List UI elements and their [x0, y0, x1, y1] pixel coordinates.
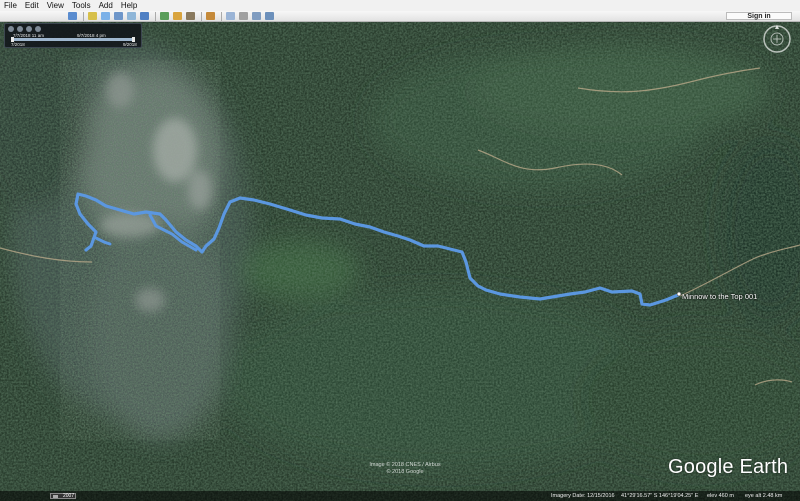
toolbar-divider	[201, 11, 202, 21]
placemark-label[interactable]: Minnow to the Top 001	[682, 292, 757, 301]
placemark-pin-icon[interactable]	[676, 291, 682, 297]
menu-add[interactable]: Add	[95, 0, 117, 11]
toolbar: Sign in	[0, 11, 800, 22]
placemark-icon[interactable]	[88, 12, 97, 20]
imagery-date: Imagery Date: 12/15/2016	[551, 493, 615, 499]
menu-bar: File Edit View Tools Add Help	[0, 0, 800, 11]
hide-sidebar-icon[interactable]	[68, 12, 77, 20]
print-icon[interactable]	[239, 12, 248, 20]
email-icon[interactable]	[226, 12, 235, 20]
play-icon[interactable]	[35, 26, 41, 32]
eye-altitude-readout: eye alt 2.48 km	[745, 493, 783, 499]
toolbar-divider	[155, 11, 156, 21]
polygon-icon[interactable]	[101, 12, 110, 20]
time-slider: 7/7/2018 11 am 9/7/2018 4 pm 7/2018 9/20…	[4, 23, 142, 48]
zoom-in-time-icon[interactable]	[17, 26, 23, 32]
time-slider-controls	[8, 26, 44, 32]
historical-imagery-year[interactable]: 2007	[50, 493, 76, 499]
time-range-fill	[11, 38, 135, 41]
status-bar: 2007 Imagery Date: 12/15/2016 41°29'16.5…	[0, 491, 800, 501]
cursor-coordinates: 41°29'16.57" S 146°19'04.25" E	[621, 493, 699, 499]
google-earth-window: File Edit View Tools Add Help Sign in 7/…	[0, 0, 800, 501]
time-max-label: 9/2018	[123, 42, 137, 47]
satellite-imagery	[0, 22, 800, 501]
historical-imagery-icon[interactable]	[160, 12, 169, 20]
time-min-label: 7/2018	[11, 42, 25, 47]
menu-edit[interactable]: Edit	[21, 0, 43, 11]
menu-tools[interactable]: Tools	[68, 0, 95, 11]
ruler-icon[interactable]	[206, 12, 215, 20]
planets-icon[interactable]	[186, 12, 195, 20]
time-slider-track[interactable]	[11, 37, 135, 42]
toolbar-divider	[221, 11, 222, 21]
menu-help[interactable]: Help	[117, 0, 141, 11]
elevation-readout: elev 460 m	[707, 493, 734, 499]
zoom-out-time-icon[interactable]	[26, 26, 32, 32]
view-in-maps-icon[interactable]	[265, 12, 274, 20]
save-image-icon[interactable]	[252, 12, 261, 20]
sunlight-icon[interactable]	[173, 12, 182, 20]
sign-in-button[interactable]: Sign in	[726, 12, 792, 20]
settings-icon[interactable]	[8, 26, 14, 32]
menu-file[interactable]: File	[0, 0, 21, 11]
image-overlay-icon[interactable]	[127, 12, 136, 20]
map-view[interactable]	[0, 22, 800, 501]
path-icon[interactable]	[114, 12, 123, 20]
toolbar-divider	[83, 11, 84, 21]
record-tour-icon[interactable]	[140, 12, 149, 20]
navigation-compass-icon[interactable]	[762, 24, 792, 54]
google-earth-logo: Google Earth	[668, 456, 789, 478]
menu-view[interactable]: View	[43, 0, 68, 11]
